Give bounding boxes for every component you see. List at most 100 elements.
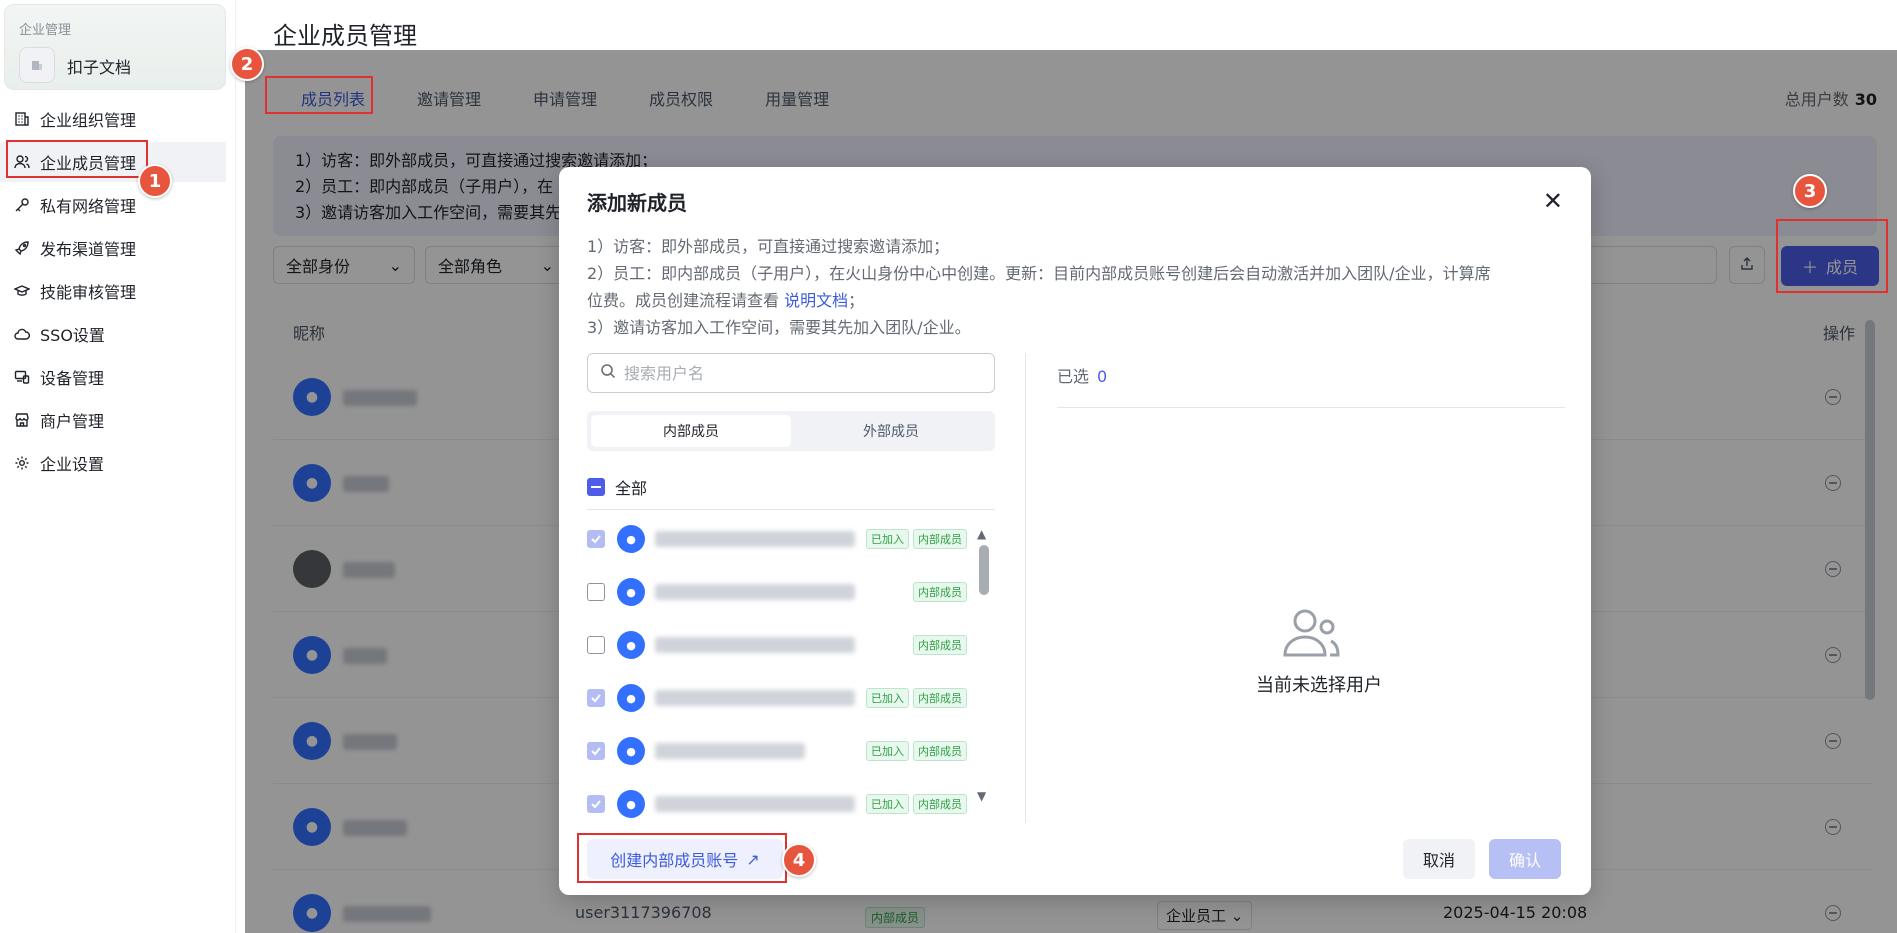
- devices-icon: [12, 367, 32, 387]
- user-icon: ●: [626, 532, 636, 546]
- user-icon: ●: [626, 744, 636, 758]
- org-logo-icon: [19, 47, 55, 83]
- sidebar-item-devices[interactable]: 设备管理: [0, 357, 226, 397]
- desc-line: 3）邀请访客加入工作空间，需要其先加入团队/企业。: [587, 318, 971, 337]
- user-search-box[interactable]: [587, 353, 995, 393]
- member-list-scrollbar[interactable]: ▲ ▼: [977, 527, 991, 809]
- panel-divider: [1025, 353, 1026, 823]
- page-title: 企业成员管理: [273, 22, 417, 50]
- member-type-toggle: 内部成员 外部成员: [587, 411, 995, 451]
- member-name-blurred: [655, 531, 855, 547]
- sidebar-item-label: 设备管理: [40, 369, 105, 388]
- list-divider: [587, 509, 995, 510]
- avatar: ●: [617, 578, 645, 606]
- sidebar-item-label: SSO设置: [40, 326, 105, 345]
- sidebar-item-label: 私有网络管理: [40, 197, 137, 216]
- seg-internal-members[interactable]: 内部成员: [591, 415, 791, 447]
- member-name-blurred: [655, 743, 805, 759]
- user-icon: ●: [626, 797, 636, 811]
- rocket-icon: [12, 238, 32, 258]
- list-item[interactable]: ● 内部成员: [587, 572, 967, 612]
- scroll-down-icon[interactable]: ▼: [977, 789, 986, 803]
- member-checkbox[interactable]: [587, 689, 605, 707]
- avatar: ●: [617, 525, 645, 553]
- cancel-button[interactable]: 取消: [1403, 839, 1475, 879]
- sidebar-item-skill-review[interactable]: 技能审核管理: [0, 271, 226, 311]
- member-name-blurred: [655, 690, 855, 706]
- sidebar-item-org[interactable]: 企业组织管理: [0, 99, 226, 139]
- member-name-blurred: [655, 637, 855, 653]
- docs-link[interactable]: 说明文档: [784, 291, 848, 310]
- select-all-row[interactable]: 全部: [587, 475, 647, 499]
- highlight-box: [577, 833, 787, 883]
- key-icon: [12, 195, 32, 215]
- sidebar-item-label: 企业组织管理: [40, 111, 137, 130]
- step-marker: 2: [230, 47, 264, 81]
- desc-text: ；: [848, 291, 865, 310]
- sidebar-item-sso[interactable]: SSO设置: [0, 314, 226, 354]
- joined-tag: 已加入: [866, 794, 909, 814]
- org-name: 扣子文档: [67, 58, 132, 77]
- seg-external-members[interactable]: 外部成员: [791, 415, 991, 447]
- list-item[interactable]: ● 内部成员: [587, 625, 967, 665]
- gear-icon: [12, 453, 32, 473]
- member-checkbox[interactable]: [587, 530, 605, 548]
- member-checkbox[interactable]: [587, 795, 605, 813]
- list-item[interactable]: ● 已加入 内部成员: [587, 519, 967, 559]
- highlight-box: [265, 76, 373, 114]
- user-icon: ●: [626, 585, 636, 599]
- list-item[interactable]: ● 已加入 内部成员: [587, 731, 967, 771]
- internal-member-tag: 内部成员: [913, 582, 967, 602]
- empty-users-icon: [1281, 607, 1341, 663]
- step-marker: 1: [138, 164, 172, 198]
- list-item[interactable]: ● 已加入 内部成员: [587, 678, 967, 718]
- internal-member-tag: 内部成员: [913, 688, 967, 708]
- sidebar-item-label: 技能审核管理: [40, 283, 137, 302]
- search-icon: [600, 363, 616, 383]
- confirm-button[interactable]: 确认: [1489, 839, 1561, 879]
- selected-count: 已选 0: [1057, 363, 1107, 387]
- org-subtitle: 企业管理: [19, 23, 72, 38]
- avatar: ●: [617, 684, 645, 712]
- desc-text: 位费。成员创建流程请查看: [587, 291, 780, 310]
- desc-line: 位费。成员创建流程请查看 说明文档；: [587, 287, 1567, 314]
- sidebar-item-publish-channels[interactable]: 发布渠道管理: [0, 228, 226, 268]
- selected-label: 已选: [1057, 367, 1090, 386]
- internal-member-tag: 内部成员: [913, 794, 967, 814]
- building-icon: [12, 109, 32, 129]
- cloud-icon: [12, 324, 32, 344]
- sidebar-item-private-network[interactable]: 私有网络管理: [0, 185, 226, 225]
- step-marker: 4: [782, 843, 816, 877]
- member-checkbox[interactable]: [587, 636, 605, 654]
- store-icon: [12, 410, 32, 430]
- member-name-blurred: [655, 584, 855, 600]
- selected-count-value: 0: [1097, 367, 1108, 386]
- scroll-up-icon[interactable]: ▲: [977, 527, 986, 541]
- member-name-blurred: [655, 796, 855, 812]
- internal-member-tag: 内部成员: [913, 741, 967, 761]
- dialog-title: 添加新成员: [587, 191, 687, 215]
- sidebar-item-label: 商户管理: [40, 412, 105, 431]
- graduation-cap-icon: [12, 281, 32, 301]
- highlight-box: [6, 140, 148, 178]
- sidebar-item-label: 发布渠道管理: [40, 240, 137, 259]
- scroll-thumb[interactable]: [979, 545, 989, 595]
- org-card[interactable]: 企业管理 扣子文档: [4, 4, 226, 90]
- joined-tag: 已加入: [866, 529, 909, 549]
- sidebar-item-label: 企业设置: [40, 455, 105, 474]
- select-all-checkbox[interactable]: [587, 478, 605, 496]
- list-item[interactable]: ● 已加入 内部成员: [587, 784, 967, 824]
- step-marker: 3: [1793, 174, 1827, 208]
- avatar: ●: [617, 631, 645, 659]
- user-search-input[interactable]: [624, 363, 964, 383]
- dialog-description: 1）访客：即外部成员，可直接通过搜索邀请添加； 2）员工：即内部成员（子用户），…: [587, 233, 1567, 341]
- sidebar-item-settings[interactable]: 企业设置: [0, 443, 226, 483]
- user-icon: ●: [626, 691, 636, 705]
- joined-tag: 已加入: [866, 741, 909, 761]
- member-checkbox[interactable]: [587, 583, 605, 601]
- joined-tag: 已加入: [866, 688, 909, 708]
- member-checkbox[interactable]: [587, 742, 605, 760]
- sidebar-item-merchants[interactable]: 商户管理: [0, 400, 226, 440]
- empty-selection-text: 当前未选择用户: [1256, 675, 1382, 696]
- close-icon[interactable]: ✕: [1543, 189, 1563, 213]
